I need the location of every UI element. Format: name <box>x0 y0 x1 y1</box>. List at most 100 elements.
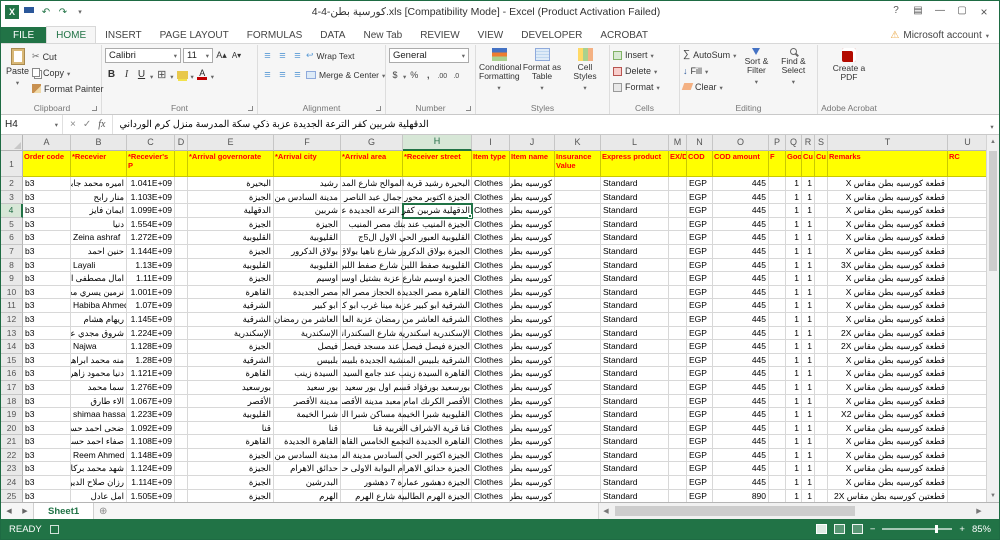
cell-K3[interactable] <box>555 190 601 205</box>
increase-decimal-button[interactable] <box>436 70 448 80</box>
cell-S2[interactable] <box>815 177 828 191</box>
page-layout-view-icon[interactable] <box>833 524 845 534</box>
field-header-Q[interactable]: Goods <box>786 151 802 177</box>
cut-button[interactable]: Cut <box>32 49 104 64</box>
cell-K24[interactable] <box>555 476 601 490</box>
cell-H21[interactable]: القاهرة الجديدة التجمع الخامس القاهرة ال… <box>342 435 472 449</box>
cell-S7[interactable] <box>815 244 828 259</box>
cell-C16[interactable]: 1.121E+09 <box>127 367 175 381</box>
cell-U5[interactable] <box>948 217 988 232</box>
cell-P7[interactable] <box>769 244 786 259</box>
row-header-24[interactable]: 24 <box>1 476 23 490</box>
cell-E14[interactable]: الجيزة <box>188 340 274 354</box>
column-header-L[interactable]: L <box>601 135 669 151</box>
cell-U12[interactable] <box>948 312 988 327</box>
cell-E13[interactable]: الإسكندرية <box>188 326 274 341</box>
cell-C23[interactable]: 1.124E+09 <box>127 462 175 477</box>
cell-Q22[interactable]: 1 <box>786 448 802 463</box>
cell-O12[interactable]: 445 <box>713 312 769 327</box>
cell-Q17[interactable]: 1 <box>786 380 802 395</box>
row-header-4[interactable]: 4 <box>1 204 23 218</box>
cell-M15[interactable] <box>669 353 687 368</box>
font-color-button[interactable] <box>196 68 209 82</box>
cell-N16[interactable]: EGP <box>687 367 713 381</box>
cell-Q2[interactable]: 1 <box>786 177 802 191</box>
cell-A22[interactable]: b3 <box>23 448 71 463</box>
cell-K2[interactable] <box>555 177 601 191</box>
cell-D14[interactable] <box>175 340 188 354</box>
cell-K6[interactable] <box>555 231 601 245</box>
cell-S8[interactable] <box>815 258 828 273</box>
format-painter-button[interactable]: Format Painter <box>32 81 104 96</box>
cell-B9[interactable]: امال مصطفى احمد <box>71 272 127 286</box>
cell-O19[interactable]: 445 <box>713 408 769 422</box>
row-header-13[interactable]: 13 <box>1 326 23 341</box>
column-header-K[interactable]: K <box>555 135 601 151</box>
cell-E23[interactable]: الجيزة <box>188 462 274 477</box>
cell-L12[interactable]: Standard <box>601 312 669 327</box>
cell-S24[interactable] <box>815 476 828 490</box>
field-header-I[interactable]: Item type <box>472 151 510 177</box>
cell-M24[interactable] <box>669 476 687 490</box>
row-header-18[interactable]: 18 <box>1 394 23 409</box>
cell-M6[interactable] <box>669 231 687 245</box>
cell-I4[interactable]: Clothes <box>472 204 510 218</box>
cell-E18[interactable]: الأقصر <box>188 394 274 409</box>
cell-U24[interactable] <box>948 476 988 490</box>
cell-B8[interactable]: Layali <box>71 258 127 273</box>
cell-P5[interactable] <box>769 217 786 232</box>
cell-M9[interactable] <box>669 272 687 286</box>
cell-S18[interactable] <box>815 394 828 409</box>
cell-C14[interactable]: 1.128E+09 <box>127 340 175 354</box>
cell-F24[interactable]: البدرشين <box>274 476 341 490</box>
cell-H19[interactable]: القليوبية شبرا الخيمة مساكن شبرا الخيمة <box>342 408 472 422</box>
cell-N10[interactable]: EGP <box>687 285 713 300</box>
cell-R4[interactable]: 1 <box>802 204 815 218</box>
cell-N23[interactable]: EGP <box>687 462 713 477</box>
cell-L8[interactable]: Standard <box>601 258 669 273</box>
cell-U17[interactable] <box>948 380 988 395</box>
cell-A23[interactable]: b3 <box>23 462 71 477</box>
cell-F12[interactable]: العاشر من رمضان <box>274 312 341 327</box>
cell-J3[interactable]: كورسيه بطن <box>510 190 555 205</box>
cell-J5[interactable]: كورسيه بطن <box>510 217 555 232</box>
cell-O4[interactable]: 445 <box>713 204 769 218</box>
cell-I14[interactable]: Clothes <box>472 340 510 354</box>
cell-T13[interactable]: قطعة كورسيه بطن مقاس 2X <box>828 326 948 341</box>
cell-R7[interactable]: 1 <box>802 244 815 259</box>
cell-D12[interactable] <box>175 312 188 327</box>
cell-H24[interactable]: الجيزة دهشور عمارة 7 دهشور <box>364 476 472 490</box>
new-sheet-button[interactable] <box>94 503 112 519</box>
underline-button[interactable] <box>135 68 148 82</box>
cell-R3[interactable]: 1 <box>802 190 815 205</box>
fill-handle[interactable] <box>468 213 472 218</box>
cell-N4[interactable]: EGP <box>687 204 713 218</box>
cell-C13[interactable]: 1.224E+09 <box>127 326 175 341</box>
cell-L22[interactable]: Standard <box>601 448 669 463</box>
cell-T11[interactable]: قطعة كورسيه بطن مقاس X <box>828 299 948 313</box>
cell-C3[interactable]: 1.103E+09 <box>127 190 175 205</box>
cell-S15[interactable] <box>815 353 828 368</box>
cell-R14[interactable]: 1 <box>802 340 815 354</box>
column-header-D[interactable]: D <box>175 135 188 151</box>
ribbon-tab-new-tab[interactable]: New Tab <box>354 27 411 43</box>
cell-C15[interactable]: 1.28E+09 <box>127 353 175 368</box>
column-header-J[interactable]: J <box>510 135 555 151</box>
cell-L18[interactable]: Standard <box>601 394 669 409</box>
comma-style-button[interactable] <box>422 70 434 80</box>
cell-F15[interactable]: بلبيس <box>274 353 341 368</box>
cell-H4[interactable]: الدقهلية شربين كفر الترعة الجديدة عزبة ذ… <box>342 203 473 219</box>
cell-R13[interactable]: 1 <box>802 326 815 341</box>
cell-O7[interactable]: 445 <box>713 244 769 259</box>
row-header-20[interactable]: 20 <box>1 421 23 436</box>
cell-H7[interactable]: الجيزة بولاق الدكرور شارع ناهيا بولاق ال… <box>342 244 472 259</box>
cell-Q20[interactable]: 1 <box>786 421 802 436</box>
cell-O18[interactable]: 445 <box>713 394 769 409</box>
cell-E4[interactable]: الدقهلية <box>188 204 274 218</box>
ribbon-tab-page-layout[interactable]: PAGE LAYOUT <box>151 27 238 43</box>
fill-button[interactable]: Fill <box>683 63 736 78</box>
field-header-F[interactable]: *Arrival city <box>274 151 341 177</box>
cell-Q11[interactable]: 1 <box>786 299 802 313</box>
cell-D3[interactable] <box>175 190 188 205</box>
cell-O16[interactable]: 445 <box>713 367 769 381</box>
